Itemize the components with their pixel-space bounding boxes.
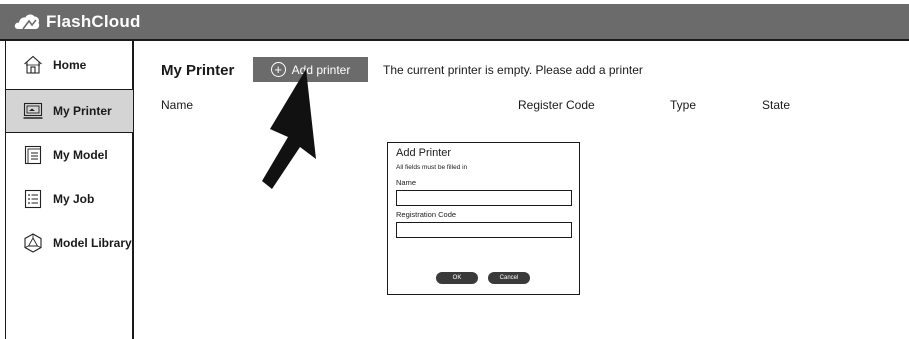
sidebar-item-label: My Model [53, 148, 108, 162]
sidebar: Home My Printer My Model My Job Model Li… [5, 41, 134, 339]
column-header-register-code[interactable]: Register Code [518, 98, 595, 112]
sidebar-item-label: Model Library [53, 236, 132, 250]
printer-icon [22, 100, 44, 122]
registration-code-label: Registration Code [396, 210, 457, 219]
pointer-arrow-icon [258, 67, 320, 196]
name-field[interactable] [396, 190, 572, 206]
dialog-title: Add Printer [396, 147, 452, 159]
sidebar-item-my-printer[interactable]: My Printer [6, 89, 133, 133]
column-header-type[interactable]: Type [670, 98, 696, 112]
empty-message: The current printer is empty. Please add… [383, 63, 643, 77]
add-printer-dialog: Add Printer All fields must be filled in… [387, 142, 580, 295]
app-window: FlashCloud Home My Printer My Model My J… [0, 0, 909, 339]
sidebar-item-label: Home [53, 58, 87, 72]
cancel-button[interactable]: Cancel [488, 272, 530, 284]
sidebar-item-label: My Printer [53, 104, 112, 118]
app-logo[interactable]: FlashCloud [14, 10, 141, 34]
list-icon [22, 188, 44, 210]
app-title: FlashCloud [46, 12, 141, 31]
document-icon [22, 144, 44, 166]
sidebar-item-my-model[interactable]: My Model [6, 133, 133, 177]
sidebar-item-model-library[interactable]: Model Library [6, 221, 133, 265]
sidebar-item-label: My Job [53, 192, 95, 206]
name-field-label: Name [396, 178, 417, 187]
model-library-icon [22, 232, 44, 254]
cloud-logo-icon [14, 12, 40, 32]
ok-button[interactable]: OK [436, 272, 478, 284]
sidebar-item-home[interactable]: Home [6, 43, 133, 87]
top-bar: FlashCloud [0, 4, 909, 41]
page-title: My Printer [161, 62, 235, 79]
registration-code-field[interactable] [396, 222, 572, 238]
sidebar-item-my-job[interactable]: My Job [6, 177, 133, 221]
column-header-name[interactable]: Name [161, 98, 193, 112]
home-icon [22, 54, 44, 76]
column-header-state[interactable]: State [762, 98, 790, 112]
dialog-subtitle: All fields must be filled in [396, 164, 468, 171]
